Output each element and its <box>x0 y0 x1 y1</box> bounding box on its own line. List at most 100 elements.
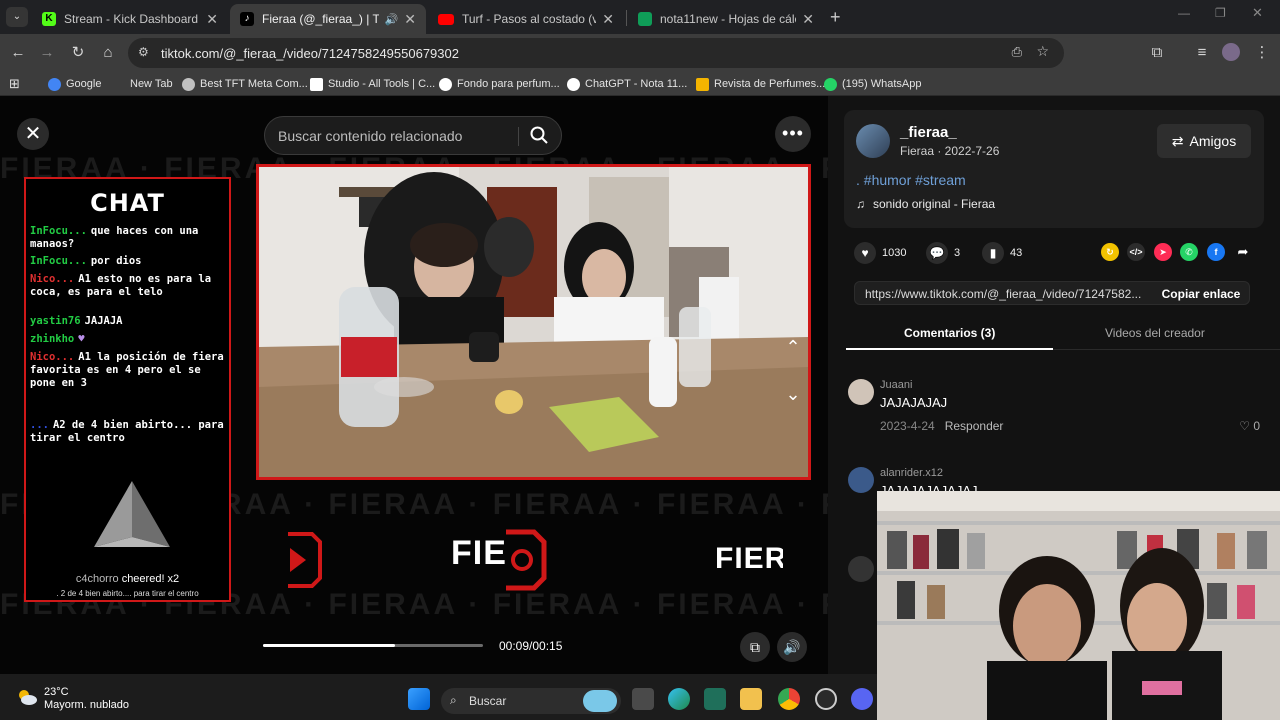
bookmark-whatsapp[interactable]: (195) WhatsApp <box>824 76 921 92</box>
speaker-icon[interactable]: 🔊 <box>385 13 399 26</box>
chatgpt-icon <box>567 77 580 91</box>
tab-title: Fieraa (@_fieraa_) | TikTok <box>262 12 379 26</box>
hashtags[interactable]: . #humor #stream <box>856 172 966 188</box>
sound-link[interactable]: ♫ sonido original - Fieraa <box>856 197 995 211</box>
chat-text: JAJAJA <box>84 315 123 327</box>
comment-avatar[interactable] <box>848 467 874 493</box>
friends-button[interactable]: ⇄ Amigos <box>1157 124 1251 158</box>
browser-toolbar: ← → ↻ ⌂ ⚙ tiktok.com/@_fieraa_/video/712… <box>0 34 1280 72</box>
bookmark-star-icon[interactable]: ☆ <box>1036 43 1049 60</box>
file-explorer-icon[interactable] <box>740 688 762 710</box>
heart-icon: ♥ <box>854 242 876 264</box>
taskbar-search[interactable]: ⌕ Buscar <box>441 688 621 714</box>
extensions-icon[interactable]: ⧉ <box>1147 44 1167 62</box>
bookmark-fondo[interactable]: Fondo para perfum... <box>439 76 560 92</box>
reload-icon[interactable]: ↻ <box>68 44 88 62</box>
close-tab-icon[interactable]: ✕ <box>602 11 614 28</box>
related-search-input[interactable]: Buscar contenido relacionado <box>264 116 562 155</box>
tab-creator-videos[interactable]: Videos del creador <box>1105 326 1205 340</box>
bookmark-label: Best TFT Meta Com... <box>200 78 308 90</box>
author-subtitle: Fieraa · 2022-7-26 <box>900 144 1000 158</box>
media-control-icon[interactable]: ≡ <box>1192 44 1212 62</box>
install-app-icon[interactable]: ⎙ <box>1012 44 1022 60</box>
bookmark-chatgpt[interactable]: ChatGPT - Nota 11... <box>567 76 687 92</box>
browser-menu-icon[interactable]: ⋮ <box>1252 44 1272 62</box>
search-highlight-icon <box>583 690 617 712</box>
embed-icon[interactable]: </> <box>1127 243 1145 261</box>
comment-username[interactable]: alanrider.x12 <box>880 467 943 479</box>
bookmark-tft[interactable]: Best TFT Meta Com... <box>182 76 308 92</box>
search-icon[interactable] <box>529 125 549 145</box>
chat-message: Nico... A1 la posición de fiera favorita … <box>30 351 226 390</box>
comment-like-button[interactable]: ♡ 0 <box>1239 419 1260 433</box>
previous-video-icon[interactable]: ⌃ <box>779 333 807 361</box>
author-avatar[interactable] <box>856 124 890 158</box>
next-video-icon[interactable]: ⌄ <box>779 380 807 408</box>
settings-app-icon[interactable] <box>815 688 837 710</box>
bookmark-new-tab[interactable]: New Tab <box>130 76 173 92</box>
temperature: 23°C <box>44 686 69 698</box>
close-window-button[interactable]: ✕ <box>1252 5 1263 21</box>
volume-button[interactable]: 🔊 <box>777 632 807 662</box>
like-button[interactable]: ♥ 1030 <box>854 241 906 265</box>
comment-tabs: Comentarios (3) Videos del creador <box>846 318 1280 350</box>
pip-button[interactable]: ⧉ <box>740 632 770 662</box>
video-link[interactable]: https://www.tiktok.com/@_fieraa_/video/7… <box>865 287 1145 301</box>
chrome-icon[interactable] <box>778 688 800 710</box>
close-tab-icon[interactable]: ✕ <box>404 11 416 28</box>
tft-icon <box>182 77 195 91</box>
forward-icon[interactable]: → <box>37 44 57 62</box>
chat-user: InFocu... <box>30 255 87 267</box>
whatsapp-share-icon[interactable]: ✆ <box>1180 243 1198 261</box>
weather-widget[interactable]: 23°C Mayorm. nublado <box>16 686 129 712</box>
tab-list-button[interactable]: ⌄ <box>6 7 28 27</box>
comment-avatar[interactable] <box>848 556 874 582</box>
repost-share-icon[interactable]: ↻ <box>1101 243 1119 261</box>
profile-avatar[interactable] <box>1222 43 1240 61</box>
new-tab-button[interactable]: + <box>830 7 841 28</box>
close-video-button[interactable]: ✕ <box>17 118 49 150</box>
maximize-button[interactable]: ❐ <box>1215 6 1226 20</box>
edge-icon[interactable] <box>668 688 690 710</box>
close-tab-icon[interactable]: ✕ <box>802 11 814 28</box>
close-tab-icon[interactable]: ✕ <box>206 11 218 28</box>
copy-link-button[interactable]: Copiar enlace <box>1151 282 1251 306</box>
reply-button[interactable]: Responder <box>945 419 1004 433</box>
discord-icon[interactable] <box>851 688 873 710</box>
chat-user: Nico... <box>30 273 75 285</box>
tab-youtube[interactable]: Turf - Pasos al costado (video c ✕ <box>428 4 624 34</box>
more-options-button[interactable]: ••• <box>775 116 811 152</box>
bookmark-studio[interactable]: Studio - All Tools | C... <box>310 76 435 92</box>
tab-kick-dashboard[interactable]: K Stream - Kick Dashboard ✕ <box>32 4 228 34</box>
bookmark-revista[interactable]: Revista de Perfumes... <box>696 76 825 92</box>
home-icon[interactable]: ⌂ <box>98 44 118 62</box>
comment-button[interactable]: 💬 3 <box>926 241 960 265</box>
apps-icon[interactable]: ⊞ <box>9 76 20 92</box>
bookmark-google[interactable]: Google <box>48 76 101 92</box>
video-frame[interactable] <box>256 164 811 480</box>
video-progress-bar[interactable] <box>263 644 483 647</box>
pyramid-graphic <box>94 481 170 547</box>
engagement-row: ♥ 1030 💬 3 ▮ 43 ↻ </> ➤ ✆ f ➦ <box>844 241 1264 265</box>
send-share-icon[interactable]: ➤ <box>1154 243 1172 261</box>
tab-sheets[interactable]: nota11new - Hojas de cálculo d ✕ <box>628 4 824 34</box>
windows-start-icon[interactable] <box>408 688 430 710</box>
tab-comments[interactable]: Comentarios (3) <box>904 326 995 340</box>
back-icon[interactable]: ← <box>8 44 28 62</box>
save-button[interactable]: ▮ 43 <box>982 241 1022 265</box>
tab-tiktok[interactable]: ♪ Fieraa (@_fieraa_) | TikTok 🔊 ✕ <box>230 4 426 34</box>
minimize-button[interactable]: — <box>1178 6 1190 20</box>
tab-title: nota11new - Hojas de cálculo d <box>660 12 796 26</box>
comment-avatar[interactable] <box>848 379 874 405</box>
task-view-icon[interactable] <box>632 688 654 710</box>
facebook-share-icon[interactable]: f <box>1207 243 1225 261</box>
windows-taskbar: 23°C Mayorm. nublado ⌕ Buscar <box>0 674 877 720</box>
author-handle[interactable]: _fieraa_ <box>900 124 957 141</box>
comment-username[interactable]: Juaani <box>880 379 912 391</box>
app-icon[interactable] <box>704 688 726 710</box>
tab-strip: ⌄ K Stream - Kick Dashboard ✕ ♪ Fieraa (… <box>0 0 1280 34</box>
site-info-icon[interactable]: ⚙ <box>138 45 149 59</box>
address-bar[interactable]: ⚙ tiktok.com/@_fieraa_/video/71247582495… <box>128 38 1064 68</box>
chat-user: zhinkho <box>30 333 75 345</box>
more-share-icon[interactable]: ➦ <box>1234 243 1252 261</box>
